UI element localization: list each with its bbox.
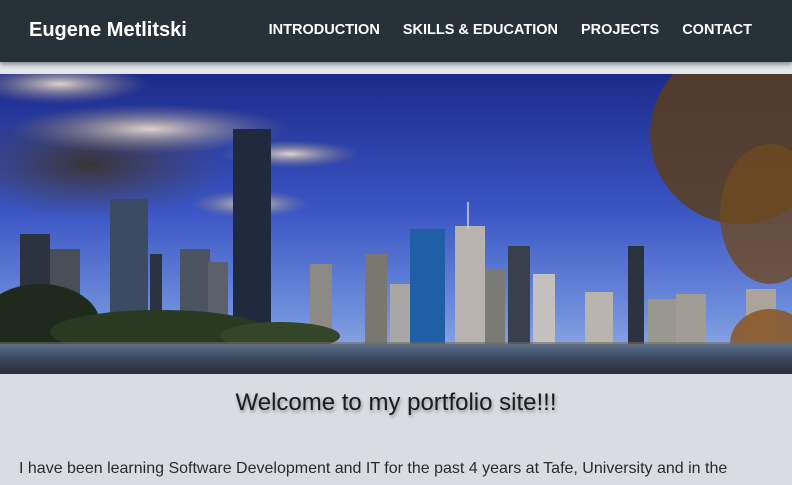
- nav-link-skills-education[interactable]: SKILLS & EDUCATION: [403, 22, 558, 38]
- nav-menu: INTRODUCTION SKILLS & EDUCATION PROJECTS…: [269, 22, 752, 38]
- nav-link-introduction[interactable]: INTRODUCTION: [269, 22, 380, 38]
- welcome-heading: Welcome to my portfolio site!!!: [235, 389, 557, 416]
- hero-image: [0, 74, 792, 374]
- nav-link-contact[interactable]: CONTACT: [682, 22, 752, 38]
- intro-paragraph: I have been learning Software Developmen…: [19, 460, 728, 477]
- top-navbar: Eugene Metlitski INTRODUCTION SKILLS & E…: [0, 0, 792, 62]
- nav-link-projects[interactable]: PROJECTS: [581, 22, 659, 38]
- site-brand[interactable]: Eugene Metlitski: [29, 19, 187, 42]
- hero-top-spacer: [0, 62, 792, 74]
- city-skyline-illustration: [0, 74, 792, 374]
